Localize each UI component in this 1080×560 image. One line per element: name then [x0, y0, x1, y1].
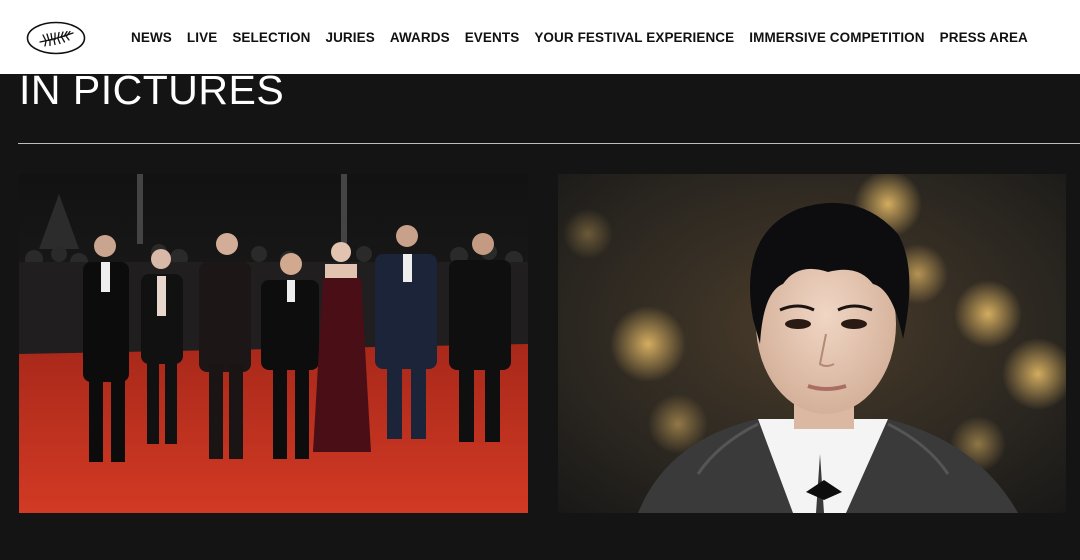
- nav-item-live[interactable]: LIVE: [187, 30, 217, 45]
- nav-item-immersive-competition[interactable]: IMMERSIVE COMPETITION: [749, 30, 924, 45]
- nav-item-events[interactable]: EVENTS: [465, 30, 520, 45]
- section-divider: [18, 143, 1080, 144]
- nav-item-selection[interactable]: SELECTION: [232, 30, 310, 45]
- nav-item-juries[interactable]: JURIES: [325, 30, 374, 45]
- nav-item-festival-experience[interactable]: YOUR FESTIVAL EXPERIENCE: [534, 30, 734, 45]
- section-title: IN PICTURES: [19, 67, 285, 113]
- top-navigation: NEWS LIVE SELECTION JURIES AWARDS EVENTS…: [0, 0, 1080, 74]
- nav-item-press-area[interactable]: PRESS AREA: [940, 30, 1028, 45]
- cannes-palm-logo-icon[interactable]: [26, 21, 86, 55]
- portrait-photo[interactable]: [558, 174, 1066, 513]
- nav-item-awards[interactable]: AWARDS: [390, 30, 450, 45]
- group-red-carpet-photo[interactable]: [19, 174, 528, 513]
- main-menu: NEWS LIVE SELECTION JURIES AWARDS EVENTS…: [131, 0, 1043, 74]
- nav-item-news[interactable]: NEWS: [131, 30, 172, 45]
